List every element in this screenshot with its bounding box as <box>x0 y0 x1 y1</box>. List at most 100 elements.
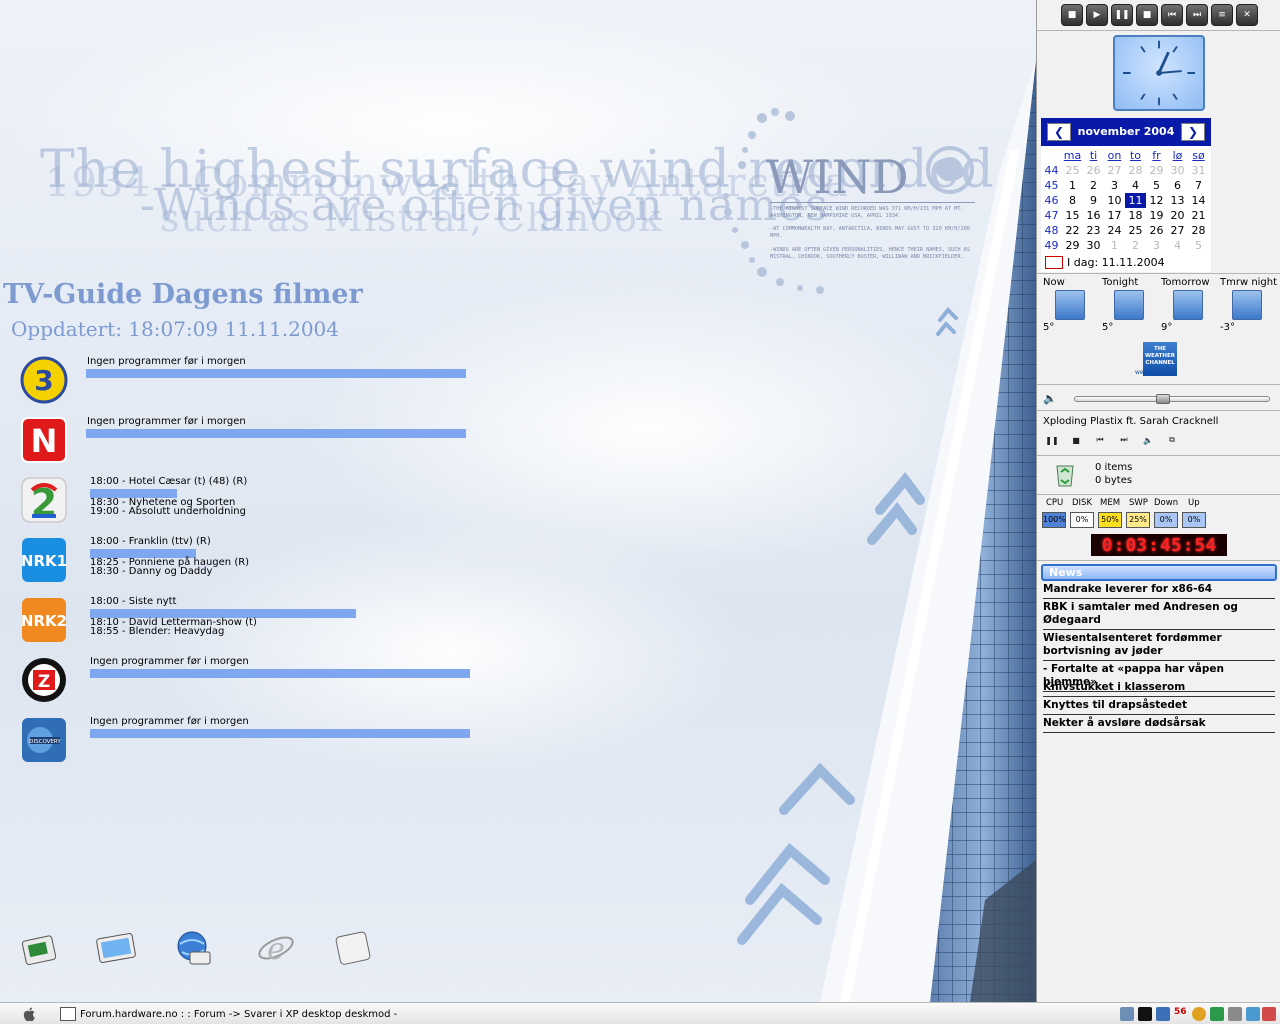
calendar-day[interactable]: 2 <box>1083 178 1104 193</box>
window-icon[interactable]: ⧉ <box>1163 432 1181 448</box>
calendar-day[interactable]: 9 <box>1083 193 1104 208</box>
calendar-day[interactable]: 27 <box>1167 223 1188 238</box>
calendar-day[interactable]: 29 <box>1062 238 1083 253</box>
speaker-icon[interactable]: 🔈 <box>1043 392 1057 405</box>
rain-cloud-icon[interactable] <box>1055 290 1085 320</box>
tv3-logo-icon[interactable]: 3 <box>20 356 68 404</box>
apple-menu-icon[interactable] <box>22 1006 38 1022</box>
calendar-day[interactable]: 27 <box>1104 163 1125 178</box>
calendar-day[interactable]: 4 <box>1125 178 1146 193</box>
calendar-day[interactable]: 28 <box>1125 163 1146 178</box>
calendar-day[interactable]: 1 <box>1104 238 1125 253</box>
nrk2-logo-icon[interactable]: NRK2 <box>20 596 68 644</box>
calendar-day[interactable]: 7 <box>1188 178 1209 193</box>
forward-icon[interactable]: ⏭ <box>1115 432 1133 448</box>
rewind-icon[interactable]: ⏮ <box>1091 432 1109 448</box>
program-line[interactable]: 18:00 - Franklin (ttv) (R) <box>90 537 211 547</box>
ztv-logo-icon[interactable]: Z <box>20 656 68 704</box>
calendar-day[interactable]: 8 <box>1062 193 1083 208</box>
calendar-day[interactable]: 26 <box>1083 163 1104 178</box>
weather-channel-url[interactable]: weather.com <box>1135 369 1174 376</box>
tv-tuner-icon[interactable] <box>20 928 60 968</box>
taskbar-task[interactable]: Forum.hardware.no : : Forum -> Svarer i … <box>60 1005 397 1023</box>
calendar-day-today[interactable]: 11 <box>1125 193 1146 208</box>
calendar-day[interactable]: 2 <box>1125 238 1146 253</box>
news-item[interactable]: Mandrake leverer for x86-64 <box>1043 583 1275 599</box>
calendar-day[interactable]: 5 <box>1146 178 1167 193</box>
messenger-tray-icon[interactable] <box>1192 1007 1206 1021</box>
playlist-button[interactable]: ≡ <box>1211 4 1233 26</box>
play-button[interactable]: ▶ <box>1086 4 1108 26</box>
stop-icon[interactable]: ■ <box>1067 432 1085 448</box>
calendar-day[interactable]: 3 <box>1104 178 1125 193</box>
network-tray-icon[interactable] <box>1120 1007 1134 1021</box>
calendar-day[interactable]: 4 <box>1167 238 1188 253</box>
pause-icon[interactable]: ❚❚ <box>1043 432 1061 448</box>
tray-badge[interactable]: 56 <box>1174 1007 1188 1021</box>
calendar-day[interactable]: 31 <box>1188 163 1209 178</box>
stop-button[interactable]: ■ <box>1136 4 1158 26</box>
calendar-day[interactable]: 25 <box>1062 163 1083 178</box>
program-line[interactable]: 18:30 - Danny og Daddy <box>90 567 212 577</box>
calendar-day[interactable]: 5 <box>1188 238 1209 253</box>
nrk1-logo-icon[interactable]: NRK1 <box>20 536 68 584</box>
news-item[interactable]: Nekter å avsløre dødsårsak <box>1043 717 1275 733</box>
program-line[interactable]: Ingen programmer før i morgen <box>90 657 249 667</box>
program-line[interactable]: Ingen programmer før i morgen <box>87 417 246 427</box>
calendar-day[interactable]: 30 <box>1167 163 1188 178</box>
calendar-day[interactable]: 24 <box>1104 223 1125 238</box>
program-line[interactable]: 18:55 - Blender: Heavydag <box>90 627 224 637</box>
discovery-logo-icon[interactable]: DISCOVERY <box>20 716 68 764</box>
calendar-day[interactable]: 29 <box>1146 163 1167 178</box>
program-line[interactable]: Ingen programmer før i morgen <box>87 357 246 367</box>
rain-cloud-icon[interactable] <box>1232 290 1262 320</box>
calendar-day[interactable]: 30 <box>1083 238 1104 253</box>
chevron-left-icon[interactable]: ❮ <box>1047 123 1071 141</box>
misc-tray-icon[interactable] <box>1262 1007 1276 1021</box>
calendar-day[interactable]: 22 <box>1062 223 1083 238</box>
calendar-day[interactable]: 21 <box>1188 208 1209 223</box>
monitor-tray-icon[interactable] <box>1156 1007 1170 1021</box>
calendar-day[interactable]: 16 <box>1083 208 1104 223</box>
previous-button[interactable]: ⏮ <box>1161 4 1183 26</box>
calendar-day[interactable]: 12 <box>1146 193 1167 208</box>
calendar-day[interactable]: 3 <box>1146 238 1167 253</box>
tv2-logo-icon[interactable]: 2 <box>20 476 68 524</box>
internet-explorer-icon[interactable]: e <box>256 928 296 968</box>
news-item[interactable]: Knivstukket i klasserom <box>1043 681 1275 697</box>
calendar-day[interactable]: 13 <box>1167 193 1188 208</box>
program-line[interactable]: 18:00 - Hotel Cæsar (t) (48) (R) <box>90 477 247 487</box>
calendar-day[interactable]: 28 <box>1188 223 1209 238</box>
program-line[interactable]: 19:00 - Absolutt underholdning <box>90 507 246 517</box>
antivirus-tray-icon[interactable] <box>1210 1007 1224 1021</box>
close-button[interactable]: ✕ <box>1236 4 1258 26</box>
calendar-day[interactable]: 6 <box>1167 178 1188 193</box>
news-item[interactable]: Wiesentalsenteret fordømmer bortvisning … <box>1043 632 1275 661</box>
calendar-day[interactable]: 17 <box>1104 208 1125 223</box>
rain-cloud-icon[interactable] <box>1114 290 1144 320</box>
volume-tray-icon[interactable] <box>1246 1007 1260 1021</box>
news-item[interactable]: Knyttes til drapsåstedet <box>1043 699 1275 715</box>
analog-clock[interactable] <box>1113 35 1205 111</box>
calendar-day[interactable]: 19 <box>1146 208 1167 223</box>
pause-button[interactable]: ❚❚ <box>1111 4 1133 26</box>
network-globe-icon[interactable] <box>174 928 214 968</box>
open-button[interactable]: ■ <box>1061 4 1083 26</box>
volume-slider-track[interactable] <box>1074 396 1270 402</box>
calendar-day[interactable]: 15 <box>1062 208 1083 223</box>
program-line[interactable]: Ingen programmer før i morgen <box>90 717 249 727</box>
monitor-icon[interactable] <box>96 928 136 968</box>
chevron-right-icon[interactable]: ❯ <box>1181 123 1205 141</box>
calendar-day[interactable]: 1 <box>1062 178 1083 193</box>
tvn-logo-icon[interactable]: N <box>20 416 68 464</box>
calendar-day[interactable]: 26 <box>1146 223 1167 238</box>
mute-icon[interactable]: 🔈 <box>1139 432 1157 448</box>
calendar-day[interactable]: 20 <box>1167 208 1188 223</box>
rain-cloud-icon[interactable] <box>1173 290 1203 320</box>
calendar-day[interactable]: 14 <box>1188 193 1209 208</box>
volume-slider-thumb[interactable] <box>1156 394 1170 404</box>
calendar-day[interactable]: 25 <box>1125 223 1146 238</box>
winamp-tray-icon[interactable] <box>1138 1007 1152 1021</box>
calendar-day[interactable]: 23 <box>1083 223 1104 238</box>
recycle-bin-icon[interactable] <box>1051 460 1079 488</box>
